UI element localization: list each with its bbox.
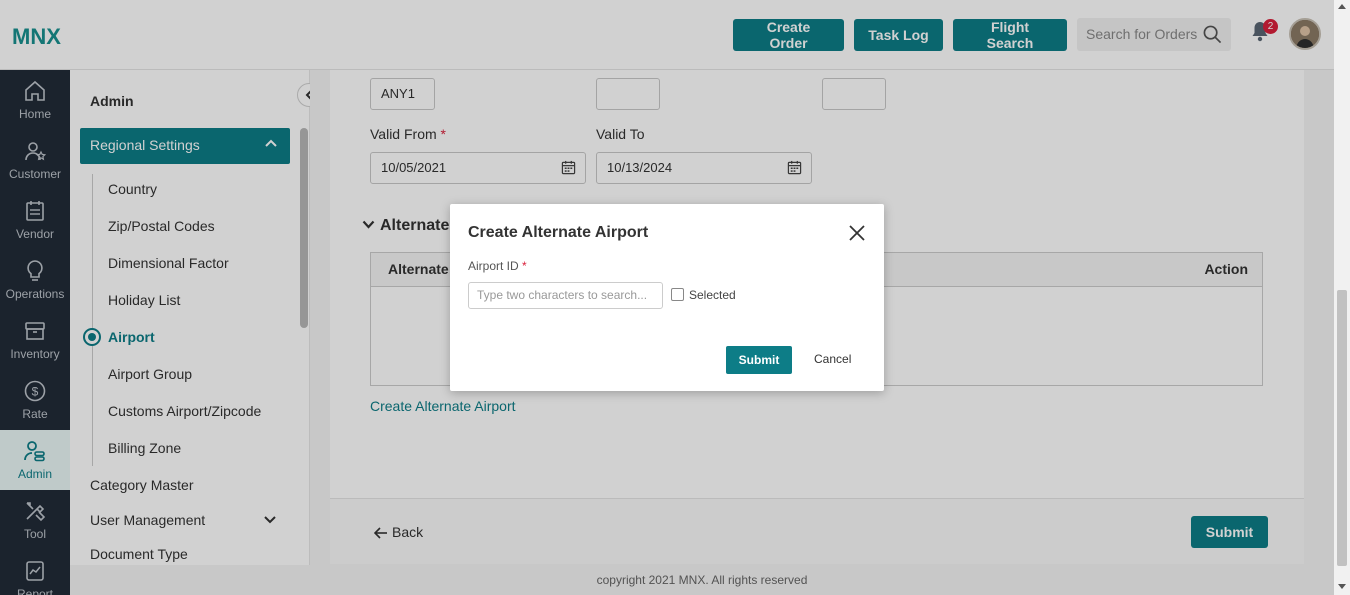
create-alternate-airport-modal: Create Alternate Airport Airport ID * Ty… bbox=[450, 204, 884, 391]
scroll-down-icon[interactable] bbox=[1338, 584, 1346, 589]
airport-id-search-input[interactable]: Type two characters to search... bbox=[468, 282, 663, 309]
modal-submit-button[interactable]: Submit bbox=[726, 346, 792, 374]
modal-title: Create Alternate Airport bbox=[468, 224, 649, 241]
modal-cancel-button[interactable]: Cancel bbox=[814, 352, 851, 366]
selected-checkbox-label: Selected bbox=[689, 288, 736, 302]
selected-checkbox[interactable] bbox=[671, 288, 684, 301]
page-scrollbar[interactable] bbox=[1334, 0, 1350, 595]
airport-id-label: Airport ID * bbox=[468, 259, 527, 273]
scroll-up-icon[interactable] bbox=[1338, 4, 1346, 9]
close-icon[interactable] bbox=[848, 224, 866, 242]
scrollbar-thumb[interactable] bbox=[1337, 290, 1347, 566]
